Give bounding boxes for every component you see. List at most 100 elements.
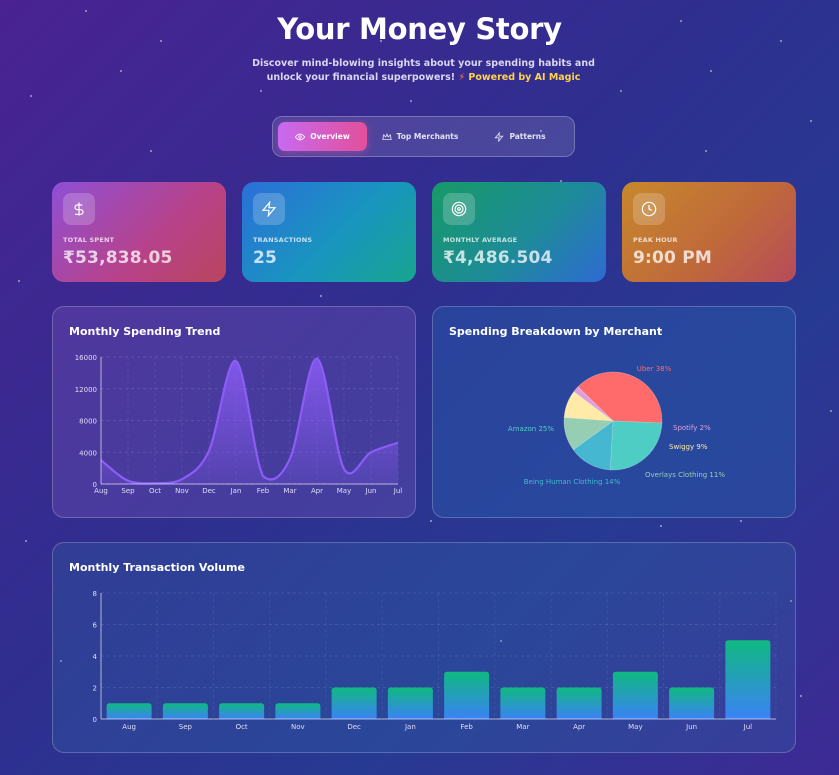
x-tick-label: Jul xyxy=(743,723,753,731)
zap-icon xyxy=(253,193,285,225)
clock-icon xyxy=(633,193,665,225)
star-decoration xyxy=(830,410,832,412)
x-tick-label: Feb xyxy=(460,723,473,731)
pie-slice-label: Uber 38% xyxy=(637,365,672,373)
spending-trend-panel: Monthly Spending Trend 0 4000 8000 12000 160… xyxy=(52,306,416,518)
page-title: Your Money Story xyxy=(277,12,562,46)
star-decoration xyxy=(260,90,262,92)
stat-card-monthly-average: MONTHLY AVERAGE ₹4,486.504 xyxy=(432,182,606,282)
star-decoration xyxy=(740,520,742,522)
transaction-volume-panel: Monthly Transaction Volume 0 2 4 6 8 Aug Sep Oc… xyxy=(52,542,796,753)
stat-card-total-spent: TOTAL SPENT ₹53,838.05 xyxy=(52,182,226,282)
pie-slice-label: Being Human Clothing 14% xyxy=(524,478,621,486)
star-decoration xyxy=(320,295,322,297)
y-tick-label: 8000 xyxy=(79,418,97,426)
bar xyxy=(162,703,208,719)
star-decoration xyxy=(660,525,662,527)
stat-value: 25 xyxy=(253,248,278,268)
page-subtitle: Discover mind-blowing insights about you… xyxy=(240,57,607,85)
stat-label: TOTAL SPENT xyxy=(63,236,115,244)
pie-slice-label: Overlays Clothing 11% xyxy=(645,471,725,479)
star-decoration xyxy=(30,95,32,97)
star-decoration xyxy=(120,70,122,72)
tab-label: Top Merchants xyxy=(396,132,459,141)
x-tick-label: Nov xyxy=(175,487,189,495)
dollar-icon xyxy=(63,193,95,225)
tab-overview[interactable]: Overview xyxy=(278,122,367,151)
pie-slice xyxy=(609,420,663,471)
x-tick-label: May xyxy=(337,487,351,495)
x-tick-label: Jun xyxy=(365,487,377,495)
x-tick-label: Aug xyxy=(94,487,108,495)
x-tick-label: Sep xyxy=(179,723,193,731)
stat-value: ₹53,838.05 xyxy=(63,248,173,268)
x-tick-label: Jun xyxy=(685,723,697,731)
y-tick-label: 12000 xyxy=(75,386,97,394)
lightning-icon: ⚡ xyxy=(458,72,466,83)
x-tick-label: Sep xyxy=(121,487,135,495)
x-tick-label: Oct xyxy=(149,487,161,495)
stat-card-transactions: TRANSACTIONS 25 xyxy=(242,182,416,282)
target-icon xyxy=(443,193,475,225)
y-tick-label: 16000 xyxy=(75,354,97,362)
x-tick-label: Oct xyxy=(236,723,248,731)
bar xyxy=(444,671,490,719)
transaction-volume-chart: 0 2 4 6 8 Aug Sep Oct Nov Dec Jan Feb Mar Apr May Jun Ju… xyxy=(93,590,777,731)
bar xyxy=(331,687,377,719)
star-decoration xyxy=(150,150,152,152)
y-tick-label: 4000 xyxy=(79,449,97,457)
x-tick-label: Nov xyxy=(291,723,305,731)
tab-bar: Overview Top Merchants Patterns xyxy=(272,116,575,157)
merchant-pie-chart: Uber 38% Amazon 25% Being Human Clothing 1… xyxy=(508,365,725,486)
x-tick-label: Apr xyxy=(311,487,323,495)
merchant-breakdown-panel: Spending Breakdown by Merchant Uber 38% A… xyxy=(432,306,796,518)
star-decoration xyxy=(800,695,802,697)
y-tick-label: 4 xyxy=(93,653,98,661)
star-decoration xyxy=(620,90,622,92)
pie-slice-label: Amazon 25% xyxy=(508,425,554,433)
pie-slice-label: Spotify 2% xyxy=(673,424,711,432)
y-tick-label: 2 xyxy=(93,685,97,693)
stat-label: TRANSACTIONS xyxy=(253,236,313,244)
stat-value: ₹4,486.504 xyxy=(443,248,553,268)
area-fill xyxy=(101,358,398,484)
star-decoration xyxy=(705,150,707,152)
bar xyxy=(500,687,546,719)
crown-icon xyxy=(381,132,392,140)
bar xyxy=(556,687,602,719)
bar xyxy=(219,703,265,719)
x-tick-label: Mar xyxy=(516,723,529,731)
star-decoration xyxy=(810,120,812,122)
x-tick-label: Aug xyxy=(122,723,136,731)
bar xyxy=(106,703,152,719)
x-tick-label: Jul xyxy=(393,487,403,495)
eye-icon xyxy=(295,133,306,140)
y-tick-label: 6 xyxy=(93,622,98,630)
x-tick-label: Apr xyxy=(573,723,585,731)
bar xyxy=(275,703,321,719)
stat-value: 9:00 PM xyxy=(633,248,712,268)
zap-icon xyxy=(494,131,505,142)
bar xyxy=(387,687,433,719)
tab-top-merchants[interactable]: Top Merchants xyxy=(367,122,473,151)
tab-patterns[interactable]: Patterns xyxy=(473,122,567,151)
star-decoration xyxy=(18,280,20,282)
powered-by-label: Powered by AI Magic xyxy=(468,72,581,83)
bar xyxy=(725,640,771,719)
x-tick-label: Jan xyxy=(404,723,416,731)
bar xyxy=(612,671,658,719)
tab-label: Patterns xyxy=(509,132,546,141)
tab-label: Overview xyxy=(310,132,350,141)
stat-label: PEAK HOUR xyxy=(633,236,678,244)
stat-card-peak-hour: PEAK HOUR 9:00 PM xyxy=(622,182,796,282)
star-decoration xyxy=(430,520,432,522)
stat-label: MONTHLY AVERAGE xyxy=(443,236,518,244)
pie-slice-label: Swiggy 9% xyxy=(669,443,708,451)
y-tick-label: 0 xyxy=(93,716,97,724)
x-tick-label: Jan xyxy=(230,487,242,495)
x-tick-label: Dec xyxy=(347,723,361,731)
y-tick-label: 8 xyxy=(93,590,97,598)
star-decoration xyxy=(25,540,27,542)
x-tick-label: Dec xyxy=(202,487,216,495)
x-tick-label: Feb xyxy=(257,487,270,495)
